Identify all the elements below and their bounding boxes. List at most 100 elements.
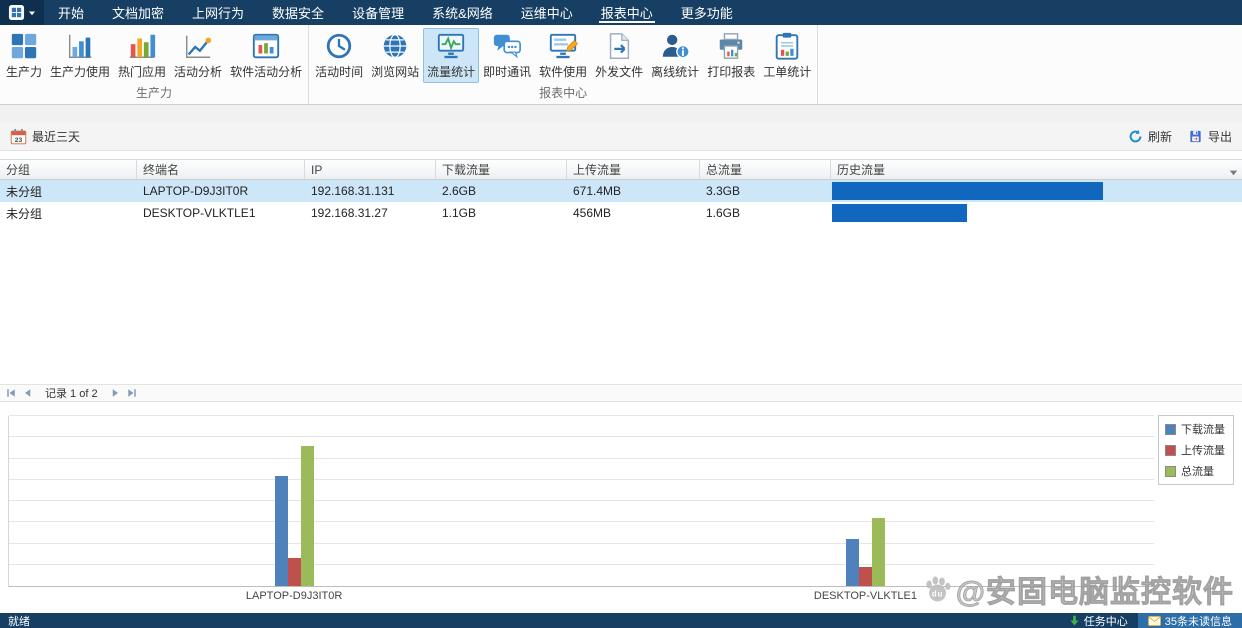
ribbon-button-outgoing-files[interactable]: 外发文件 — [591, 28, 647, 83]
task-center-button[interactable]: 任务中心 — [1059, 613, 1138, 628]
ribbon-button-productivity[interactable]: 生产力 — [2, 28, 46, 83]
column-header-history[interactable]: 历史流量 — [831, 160, 1242, 179]
ribbon-button-activity-time[interactable]: 活动时间 — [311, 28, 367, 83]
legend-label: 上传流量 — [1181, 442, 1225, 458]
table-body: 未分组LAPTOP-D9J3IT0R192.168.31.1312.6GB671… — [0, 180, 1242, 384]
chart-bar-download — [275, 476, 288, 587]
ribbon-button-hot-apps[interactable]: 热门应用 — [114, 28, 170, 83]
menu-item-data-security[interactable]: 数据安全 — [258, 0, 338, 25]
ribbon-button-offline-statistics[interactable]: 离线统计 — [647, 28, 703, 83]
ribbon-group-report-center: 活动时间浏览网站流量统计即时通讯软件使用外发文件离线统计打印报表工单统计报表中心 — [309, 25, 818, 104]
unread-messages-button[interactable]: 35条未读信息 — [1138, 613, 1242, 628]
ribbon-button-traffic-statistics[interactable]: 流量统计 — [423, 28, 479, 83]
cell-total: 3.3GB — [700, 180, 831, 202]
app-menu-button[interactable] — [0, 0, 44, 25]
menu-items: 开始文档加密上网行为数据安全设备管理系统&网络运维中心报表中心更多功能 — [44, 0, 747, 25]
column-header-upload[interactable]: 上传流量 — [567, 160, 700, 179]
ribbon-button-software-activity-analysis[interactable]: 软件活动分析 — [226, 28, 306, 83]
cell-upload: 456MB — [567, 202, 700, 224]
refresh-label: 刷新 — [1148, 128, 1172, 145]
menu-item-start[interactable]: 开始 — [44, 0, 98, 25]
ribbon-button-label: 工单统计 — [763, 63, 811, 80]
gridline — [9, 500, 1154, 501]
task-center-label: 任务中心 — [1084, 613, 1128, 628]
cell-terminal: DESKTOP-VLKTLE1 — [137, 202, 305, 224]
refresh-button[interactable]: 刷新 — [1128, 128, 1172, 145]
chevron-down-icon — [28, 10, 36, 16]
table-row[interactable]: 未分组DESKTOP-VLKTLE1192.168.31.271.1GB456M… — [0, 202, 1242, 224]
history-traffic-bar — [832, 204, 967, 222]
column-header-terminal[interactable]: 终端名 — [137, 160, 305, 179]
ribbon-button-label: 活动时间 — [315, 63, 363, 80]
clipboard-icon — [772, 31, 802, 61]
calendar-icon: 23 — [10, 128, 27, 145]
menu-item-doc-encryption[interactable]: 文档加密 — [98, 0, 178, 25]
menu-item-ops-center[interactable]: 运维中心 — [507, 0, 587, 25]
exportfile-icon — [604, 31, 634, 61]
legend-swatch — [1165, 445, 1176, 456]
ribbon-button-label: 即时通讯 — [483, 63, 531, 80]
next-page-button[interactable] — [109, 387, 121, 399]
ribbon-button-software-usage[interactable]: 软件使用 — [535, 28, 591, 83]
legend-entry-download: 下载流量 — [1165, 421, 1227, 437]
statusbar-right: 任务中心 35条未读信息 — [1059, 613, 1242, 628]
globe-icon — [380, 31, 410, 61]
export-label: 导出 — [1208, 128, 1232, 145]
barchart-icon — [65, 31, 95, 61]
trend-icon — [183, 31, 213, 61]
gridline — [9, 436, 1154, 437]
ribbon-button-instant-messaging[interactable]: 即时通讯 — [479, 28, 535, 83]
app-grid-icon — [8, 4, 25, 21]
column-header-download[interactable]: 下载流量 — [436, 160, 567, 179]
ribbon-button-print-report[interactable]: 打印报表 — [703, 28, 759, 83]
first-page-button[interactable] — [5, 387, 17, 399]
chart-bar-download — [846, 539, 859, 586]
last-page-button[interactable] — [126, 387, 138, 399]
ribbon-button-browse-websites[interactable]: 浏览网站 — [367, 28, 423, 83]
prev-page-button[interactable] — [22, 387, 34, 399]
ribbon-button-productivity-usage[interactable]: 生产力使用 — [46, 28, 114, 83]
printer-icon — [716, 31, 746, 61]
ribbon-button-activity-analysis[interactable]: 活动分析 — [170, 28, 226, 83]
menubar: 开始文档加密上网行为数据安全设备管理系统&网络运维中心报表中心更多功能 — [0, 0, 1242, 25]
export-icon — [1188, 129, 1203, 144]
unread-messages-label: 35条未读信息 — [1165, 613, 1232, 628]
cell-ip: 192.168.31.27 — [305, 202, 436, 224]
cell-total: 1.6GB — [700, 202, 831, 224]
ribbon-button-label: 离线统计 — [651, 63, 699, 80]
gridline — [9, 415, 1154, 416]
menu-item-more-features[interactable]: 更多功能 — [667, 0, 747, 25]
chart-bar-total — [301, 446, 314, 586]
cell-download: 2.6GB — [436, 180, 567, 202]
legend-label: 下载流量 — [1181, 421, 1225, 437]
cell-group: 未分组 — [0, 180, 137, 202]
ribbon-button-label: 软件活动分析 — [230, 63, 302, 80]
cell-terminal: LAPTOP-D9J3IT0R — [137, 180, 305, 202]
envelope-icon — [1148, 616, 1161, 626]
export-button[interactable]: 导出 — [1188, 128, 1232, 145]
menu-item-internet-behavior[interactable]: 上网行为 — [178, 0, 258, 25]
pager-label: 记录 1 of 2 — [45, 385, 98, 401]
ribbon-band — [0, 105, 1242, 123]
ribbon-button-label: 生产力 — [6, 63, 42, 80]
column-header-ip[interactable]: IP — [305, 160, 436, 179]
traffic-icon — [436, 31, 466, 61]
ribbon-button-ticket-statistics[interactable]: 工单统计 — [759, 28, 815, 83]
ribbon-button-label: 流量统计 — [427, 63, 475, 80]
chart-bar-upload — [288, 558, 301, 586]
cell-upload: 671.4MB — [567, 180, 700, 202]
gridline — [9, 564, 1154, 565]
ribbon-group-label: 报表中心 — [311, 83, 815, 104]
column-header-total[interactable]: 总流量 — [700, 160, 831, 179]
table-row[interactable]: 未分组LAPTOP-D9J3IT0R192.168.31.1312.6GB671… — [0, 180, 1242, 202]
menu-item-device-management[interactable]: 设备管理 — [338, 0, 418, 25]
column-header-group[interactable]: 分组 — [0, 160, 137, 179]
date-range-filter[interactable]: 23 最近三天 — [10, 128, 80, 145]
gridline — [9, 479, 1154, 480]
ribbon-button-label: 活动分析 — [174, 63, 222, 80]
menu-item-report-center[interactable]: 报表中心 — [587, 0, 667, 25]
column-chooser-icon[interactable] — [1228, 165, 1239, 183]
menu-item-system-network[interactable]: 系统&网络 — [418, 0, 507, 25]
status-ready-text: 就绪 — [8, 613, 30, 628]
category-label: DESKTOP-VLKTLE1 — [765, 590, 965, 602]
